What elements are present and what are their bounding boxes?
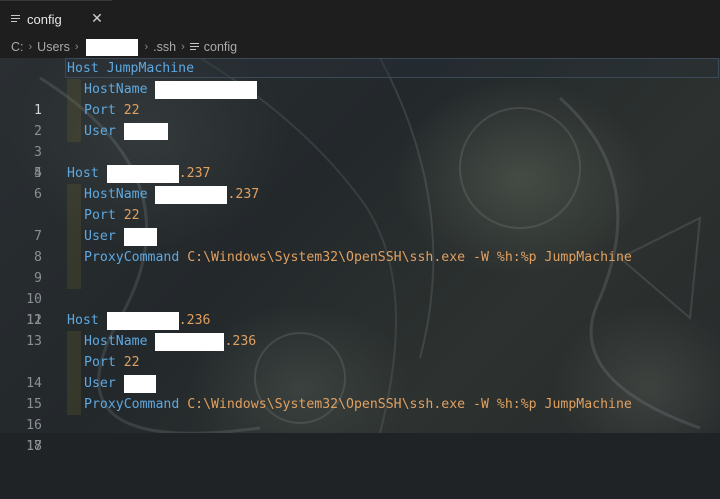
port-value: 22 [123, 208, 140, 223]
code-editor[interactable]: 1 Host JumpMachine 2 HostName 3 Port 22 … [0, 58, 720, 454]
redacted-value [123, 375, 156, 393]
code-line[interactable]: 6 Host .237 [0, 163, 720, 202]
indent-guide [67, 394, 81, 415]
code-line[interactable]: 10 ProxyCommand C:\Windows\System32\Open… [0, 247, 720, 307]
host-suffix: .236 [178, 313, 211, 328]
port-value: 22 [123, 355, 140, 370]
code-line[interactable]: 5 [0, 142, 720, 181]
code-line[interactable]: 4 User [0, 121, 720, 181]
indent-guide [67, 205, 81, 226]
code-line[interactable]: 13 Host .236 [0, 310, 720, 349]
indent-guide [67, 184, 81, 205]
keyword: Port [84, 103, 116, 118]
breadcrumb-ssh[interactable]: .ssh [153, 40, 176, 54]
tab-config[interactable]: config ✕ [0, 0, 112, 37]
code-line[interactable]: 8 Port 22 [0, 205, 720, 265]
proxy-command-value: C:\Windows\System32\OpenSSH\ssh.exe -W %… [187, 250, 632, 265]
redacted-value [106, 312, 179, 330]
indent-guide [67, 352, 81, 373]
code-line[interactable]: 2 HostName [0, 79, 720, 139]
file-lines-icon [11, 15, 20, 23]
indent-guide [67, 79, 81, 100]
keyword: Host [67, 166, 99, 181]
code-line[interactable]: 7 HostName .237 [0, 184, 720, 244]
redacted-value [123, 123, 168, 140]
chevron-right-icon: › [144, 41, 149, 53]
breadcrumb-users[interactable]: Users [37, 40, 70, 54]
host-alias: JumpMachine [106, 61, 195, 76]
keyword: Host [67, 61, 99, 76]
redacted-value [106, 165, 179, 183]
indent-guide [67, 373, 81, 394]
keyword: HostName [84, 82, 148, 97]
keyword: HostName [84, 187, 148, 202]
code-line[interactable]: 14 HostName .236 [0, 331, 720, 391]
redacted-value [123, 228, 157, 246]
chevron-right-icon: › [28, 41, 33, 53]
breadcrumb-drive[interactable]: C: [11, 40, 24, 54]
code-line[interactable]: 12 [0, 289, 720, 328]
tab-bar: config ✕ [0, 0, 720, 37]
code-line[interactable]: 3 Port 22 [0, 100, 720, 160]
hostname-suffix: .237 [227, 187, 260, 202]
redacted-value [155, 81, 258, 99]
redacted-value [155, 186, 228, 204]
close-icon[interactable]: ✕ [89, 10, 105, 26]
keyword: User [84, 229, 116, 244]
keyword: HostName [84, 334, 148, 349]
keyword: Host [67, 313, 99, 328]
redacted-value [155, 333, 225, 351]
keyword: User [84, 376, 116, 391]
code-line[interactable]: 11 [0, 268, 720, 328]
code-line[interactable]: 16 User [0, 373, 720, 433]
indent-guide [67, 331, 81, 352]
code-line[interactable]: 1 Host JumpMachine [0, 58, 720, 118]
file-lines-icon [189, 43, 199, 51]
chevron-right-icon: › [74, 41, 79, 53]
redacted-username [85, 38, 138, 56]
indent-guide [67, 226, 81, 247]
proxy-command-value: C:\Windows\System32\OpenSSH\ssh.exe -W %… [187, 397, 632, 412]
line-number: 18 [26, 439, 42, 454]
breadcrumb: C: › Users › › .ssh › config [0, 36, 720, 58]
breadcrumb-file[interactable]: config [204, 40, 237, 54]
keyword: User [84, 124, 116, 139]
indent-guide [67, 121, 81, 142]
hostname-suffix: .236 [224, 334, 257, 349]
code-line[interactable]: 15 Port 22 [0, 352, 720, 412]
keyword: Port [84, 355, 116, 370]
tab-label: config [27, 11, 62, 27]
keyword: Port [84, 208, 116, 223]
port-value: 22 [123, 103, 140, 118]
code-line[interactable]: 17 ProxyCommand C:\Windows\System32\Open… [0, 394, 720, 454]
indent-guide [67, 247, 81, 268]
indent-guide [67, 268, 81, 289]
code-line[interactable]: 9 User [0, 226, 720, 286]
keyword: ProxyCommand [84, 250, 180, 265]
indent-guide [67, 100, 81, 121]
host-suffix: .237 [178, 166, 211, 181]
chevron-right-icon: › [181, 41, 185, 53]
keyword: ProxyCommand [84, 397, 180, 412]
